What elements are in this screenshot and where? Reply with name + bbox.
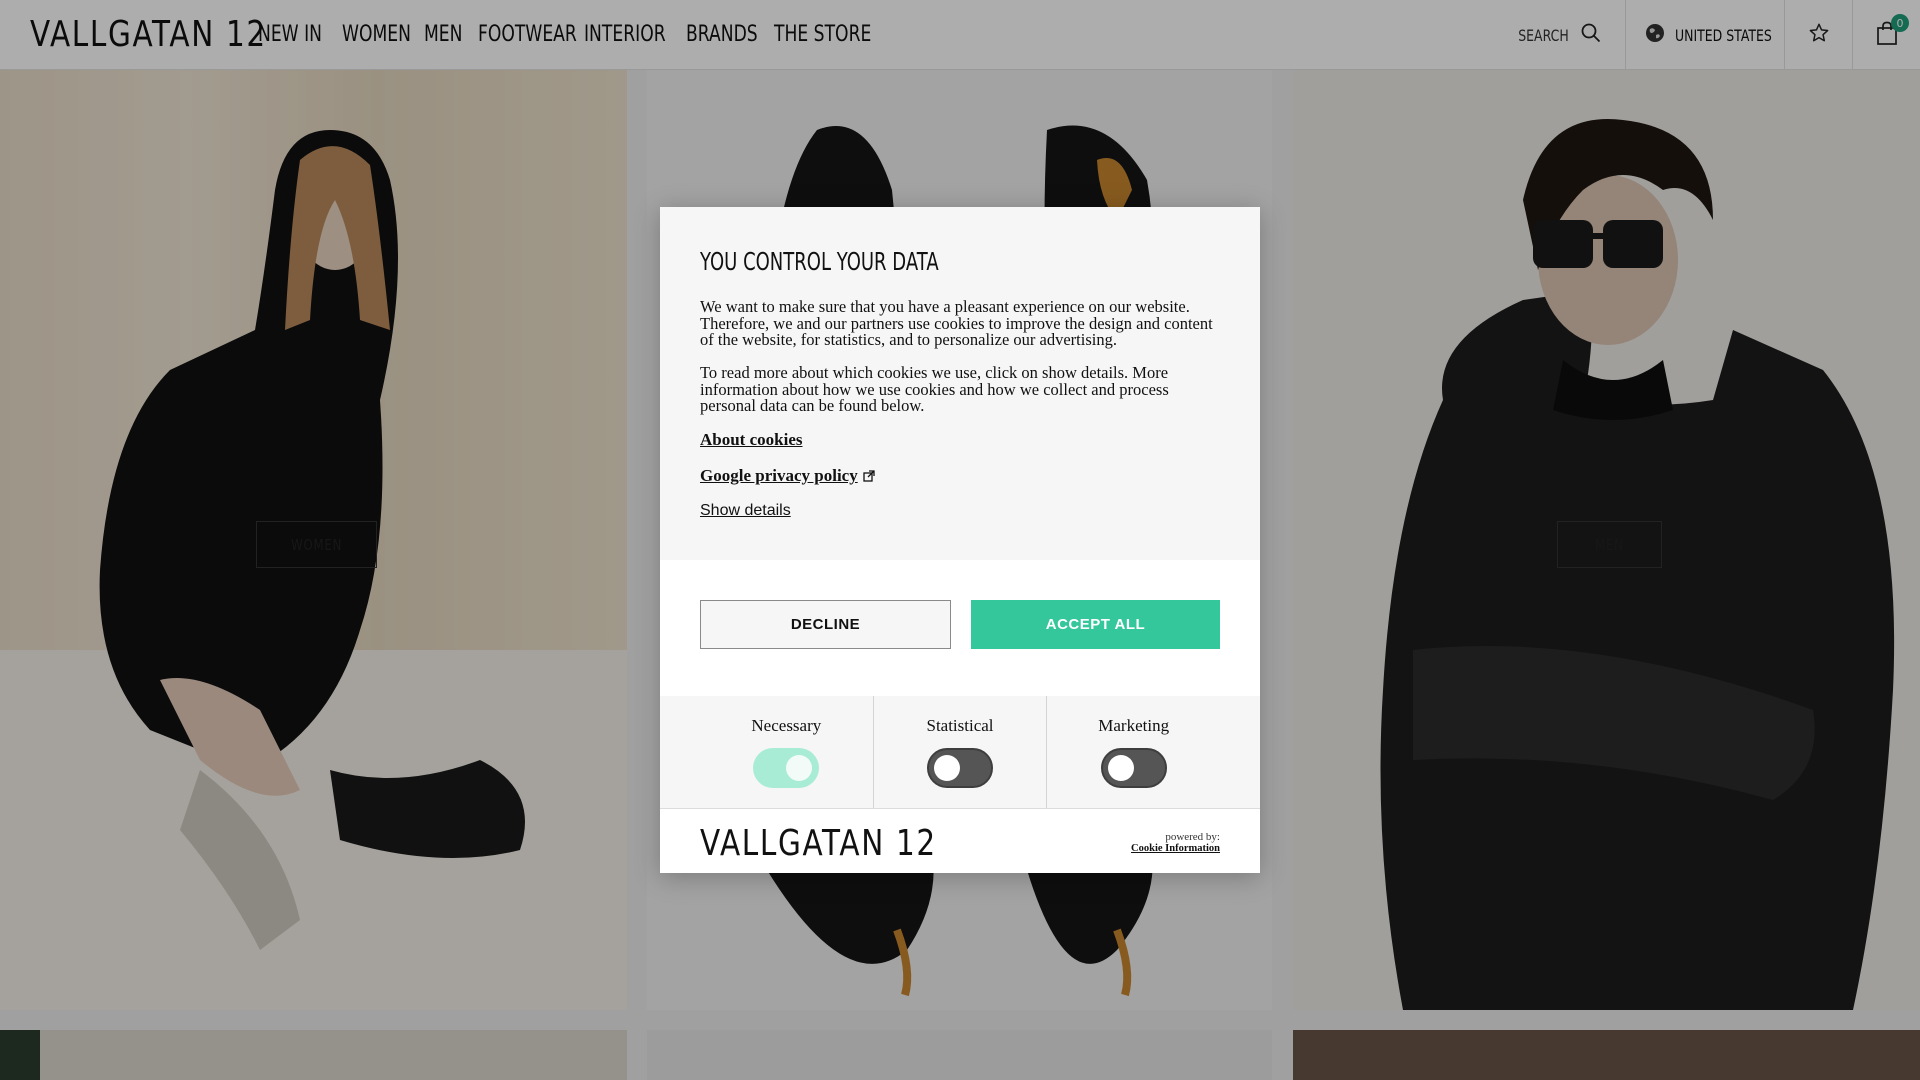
decline-button[interactable]: DECLINE — [700, 600, 951, 649]
necessary-label: Necessary — [751, 716, 822, 735]
cookie-details-text: To read more about which cookies we use,… — [700, 363, 1169, 415]
about-cookies-link[interactable]: About cookies — [700, 430, 802, 450]
google-privacy-link[interactable]: Google privacy policy — [700, 466, 875, 486]
category-statistical: Statistical — [872, 696, 1047, 808]
cookie-footer: VALLGATAN 12 powered by: Cookie Informat… — [660, 808, 1260, 873]
powered-by-text: powered by: — [1165, 831, 1220, 843]
category-necessary: Necessary — [700, 696, 873, 808]
statistical-label: Statistical — [926, 716, 994, 735]
toggle-knob — [934, 755, 960, 781]
cookie-information-link[interactable]: Cookie Information — [1131, 843, 1220, 854]
external-link-icon — [863, 470, 875, 482]
cookie-consent-dialog: YOU CONTROL YOUR DATA We want to make su… — [660, 207, 1260, 873]
category-marketing: Marketing — [1046, 696, 1220, 808]
toggle-knob — [1107, 755, 1134, 781]
cookie-title: YOU CONTROL YOUR DATA — [700, 247, 939, 276]
about-cookies-label: About cookies — [700, 430, 803, 449]
marketing-toggle[interactable] — [1100, 748, 1167, 788]
toggle-knob — [786, 755, 813, 781]
consent-buttons: DECLINE ACCEPT ALL — [660, 560, 1260, 696]
cookie-footer-logo: VALLGATAN 12 — [700, 823, 937, 864]
google-privacy-label: Google privacy policy — [700, 466, 858, 485]
statistical-toggle[interactable] — [927, 748, 993, 788]
show-details-link[interactable]: Show details — [700, 502, 791, 520]
cookie-categories: Necessary Statistical Marketing — [700, 696, 1220, 808]
accept-all-button[interactable]: ACCEPT ALL — [971, 600, 1220, 649]
marketing-label: Marketing — [1098, 716, 1170, 735]
powered-by: powered by: Cookie Information — [1131, 831, 1220, 854]
cookie-intro-text: We want to make sure that you have a ple… — [700, 297, 1213, 349]
necessary-toggle[interactable] — [753, 748, 820, 788]
